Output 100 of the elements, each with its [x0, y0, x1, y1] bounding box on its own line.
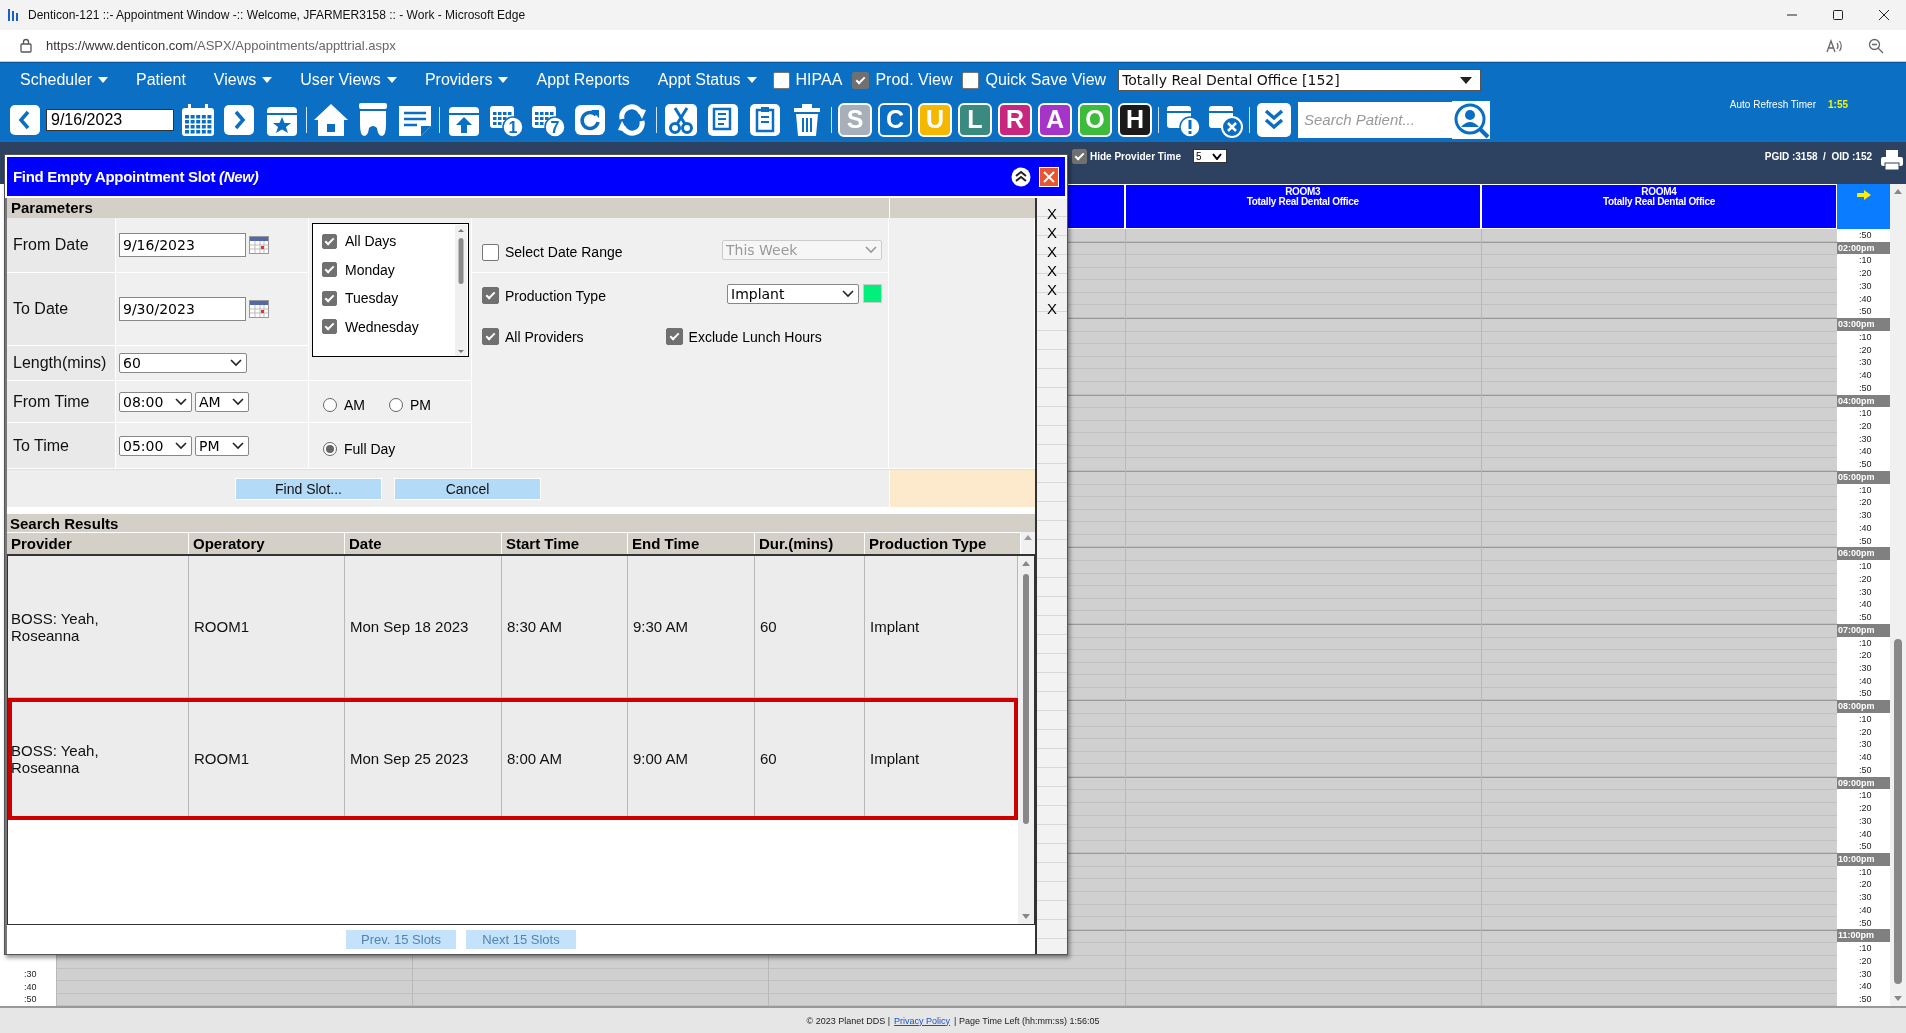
checkbox[interactable] — [482, 287, 499, 304]
time-label: :50 — [1858, 381, 1873, 395]
printer-icon[interactable] — [1880, 149, 1904, 171]
letter-button[interactable]: H — [1118, 102, 1152, 137]
timer-label: Auto Refresh Timer — [1729, 99, 1816, 110]
meridiem-dropdown[interactable]: PM — [195, 435, 249, 456]
result-row[interactable]: BOSS: Yeah, Roseanna ROOM1 Mon Sep 18 2023 8:30 AM 9:30 AM 60 Implant — [8, 556, 1018, 698]
meridiem-dropdown[interactable]: AM — [195, 391, 249, 412]
time-dropdown[interactable]: 08:00 — [119, 391, 192, 412]
time-label: :30 — [1858, 432, 1873, 446]
length-dropdown[interactable]: 60 — [119, 353, 247, 373]
time-label: :50 — [1858, 687, 1873, 701]
menu-item[interactable]: Providers — [412, 67, 521, 93]
radio-button[interactable] — [389, 397, 403, 412]
dialog-title: Find Empty Appointment Slot (New) — [13, 168, 259, 185]
checkbox[interactable] — [852, 71, 870, 89]
collapse-icon[interactable] — [1011, 166, 1031, 187]
chevron-down-icon — [175, 397, 187, 406]
time-label: :40 — [1858, 903, 1873, 917]
date-field[interactable]: 9/16/2023 — [119, 233, 246, 257]
checkbox[interactable] — [1072, 149, 1087, 164]
caret-icon — [386, 77, 397, 83]
menu-item[interactable]: User Views — [288, 67, 409, 93]
time-label: :50 — [1858, 305, 1873, 319]
time-dropdown[interactable]: 05:00 — [119, 435, 192, 456]
remove-mark[interactable]: X — [1047, 242, 1057, 261]
checkbox-label: Exclude Lunch Hours — [688, 328, 822, 345]
office-dropdown[interactable]: Totally Real Dental Office [152] — [1118, 69, 1482, 91]
remove-mark[interactable]: X — [1047, 204, 1057, 223]
hour-label: 04:00pm — [1837, 394, 1890, 408]
checkbox[interactable] — [322, 233, 337, 249]
checkbox[interactable] — [322, 290, 337, 306]
menu-item[interactable]: Views — [201, 67, 285, 93]
date-field[interactable]: 9/16/2023 — [46, 108, 174, 131]
dialog-button[interactable]: Cancel — [394, 477, 541, 500]
scrollbar[interactable] — [1018, 556, 1034, 924]
scrollbar[interactable] — [455, 225, 467, 356]
production-type-dropdown[interactable]: Implant — [727, 283, 859, 304]
time-label: :40 — [1858, 674, 1873, 688]
date-field[interactable]: 9/30/2023 — [119, 297, 246, 321]
letter-button[interactable]: L — [958, 102, 992, 137]
interval-dropdown[interactable]: 5 — [1192, 149, 1227, 163]
remove-mark[interactable]: X — [1047, 299, 1057, 318]
time-label: :20 — [1858, 725, 1873, 739]
copy-icon[interactable] — [705, 101, 741, 138]
menu-item[interactable]: Scheduler — [8, 67, 121, 93]
close-icon[interactable] — [1878, 9, 1890, 21]
checkbox-label: All Days — [345, 233, 397, 250]
read-aloud-icon[interactable] — [1826, 37, 1844, 54]
checkbox[interactable] — [322, 319, 337, 335]
table-cell: ROOM1 — [189, 698, 345, 820]
chevron-down-icon — [1211, 152, 1222, 160]
menu-item[interactable]: Appt Status — [645, 67, 769, 93]
field-label: From Date — [7, 218, 116, 273]
checkbox[interactable] — [322, 262, 337, 278]
checkbox[interactable] — [772, 71, 790, 89]
double-chevron-down-icon[interactable] — [1256, 101, 1292, 138]
checkbox-label: All Providers — [505, 328, 584, 345]
radio-label: Full Day — [344, 440, 396, 457]
arrow-right-icon[interactable] — [1856, 190, 1871, 200]
checkbox[interactable] — [665, 328, 683, 345]
hour-label: 11:00pm — [1837, 929, 1890, 943]
time-label: :30 — [1858, 967, 1873, 981]
scissors-icon[interactable] — [663, 101, 699, 138]
remove-mark[interactable]: X — [1047, 261, 1057, 280]
zoom-out-icon[interactable] — [1868, 37, 1884, 54]
checkbox[interactable] — [962, 71, 980, 89]
hour-label: 07:00pm — [1837, 623, 1890, 637]
calendar-icon[interactable] — [180, 101, 216, 138]
radio-button[interactable] — [323, 397, 337, 412]
address-field[interactable]: https://www.denticon.com/ASPX/Appointments/appttrial.aspx — [46, 38, 396, 53]
remove-mark[interactable]: X — [1047, 280, 1057, 299]
clipboard-icon[interactable] — [747, 101, 783, 138]
privacy-link[interactable]: Privacy Policy — [894, 1015, 951, 1026]
radio-label: PM — [410, 396, 431, 413]
dialog-button[interactable]: Find Slot... — [235, 477, 382, 500]
time-label: :40 — [1858, 751, 1873, 764]
menu-item[interactable]: Appt Reports — [524, 67, 642, 93]
time-label: :20 — [1858, 954, 1873, 968]
remove-mark[interactable]: X — [1047, 223, 1057, 242]
maximize-icon[interactable] — [1832, 9, 1844, 21]
calendar-icon[interactable] — [249, 236, 269, 254]
hour-label: 08:00pm — [1837, 700, 1890, 713]
time-label: :20 — [1858, 572, 1873, 586]
column-header: Dur.(mins) — [755, 532, 865, 554]
result-row[interactable]: BOSS: Yeah, Roseanna ROOM1 Mon Sep 25 2023 8:00 AM 9:00 AM 60 Implant — [8, 698, 1018, 820]
column-header: ROOM4 Totally Real Dental Office — [1480, 184, 1837, 229]
letter-button[interactable]: R — [998, 102, 1032, 137]
letter-button[interactable]: A — [1038, 102, 1072, 137]
time-label: :10 — [1858, 789, 1873, 803]
menu-item[interactable]: Patient — [124, 67, 198, 93]
home-icon[interactable] — [313, 101, 349, 138]
patient-search-icon[interactable] — [1452, 100, 1490, 139]
scrollbar[interactable] — [1890, 184, 1906, 1008]
checkbox-label: Tuesday — [345, 290, 399, 307]
calendar-icon[interactable] — [249, 300, 269, 318]
radio-button[interactable] — [323, 441, 337, 456]
letter-button[interactable]: C — [878, 102, 912, 137]
checkbox[interactable] — [482, 328, 499, 345]
table-cell: 60 — [755, 698, 865, 820]
